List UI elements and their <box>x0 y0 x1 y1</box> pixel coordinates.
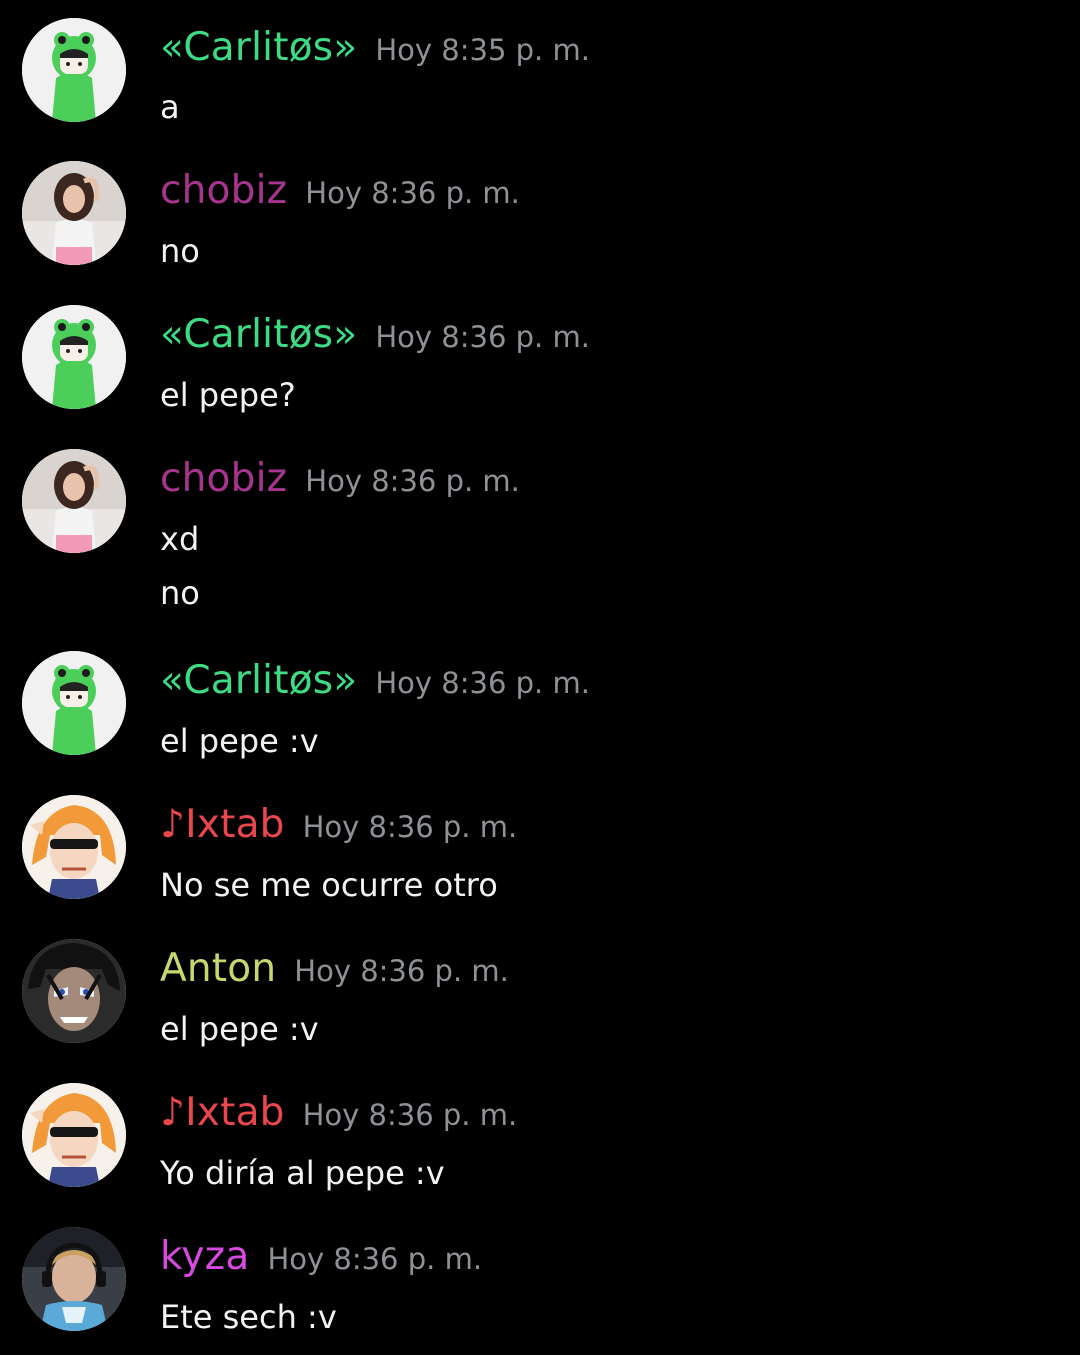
message-timestamp: Hoy 8:35 p. m. <box>375 33 590 67</box>
author-name[interactable]: ♪Ixtab <box>160 1083 285 1143</box>
message-timestamp: Hoy 8:36 p. m. <box>375 666 590 700</box>
author-name[interactable]: Anton <box>160 939 276 999</box>
dark-anime-avatar-icon[interactable] <box>22 939 126 1043</box>
message-text: Ete sech :v <box>160 1298 337 1336</box>
author-name[interactable]: kyza <box>160 1227 249 1287</box>
message-text: el pepe :v <box>160 722 319 760</box>
message-timestamp: Hoy 8:36 p. m. <box>305 176 520 210</box>
message-header: ♪Ixtab Hoy 8:36 p. m. <box>160 795 517 855</box>
headset-gamer-avatar-icon[interactable] <box>22 1227 126 1331</box>
message-timestamp: Hoy 8:36 p. m. <box>294 954 509 988</box>
author-name[interactable]: «Carlitøs» <box>160 651 357 711</box>
message-timestamp: Hoy 8:36 p. m. <box>375 320 590 354</box>
author-name[interactable]: ♪Ixtab <box>160 795 285 855</box>
sunglasses-anime-avatar-icon[interactable] <box>22 1083 126 1187</box>
girl-photo-avatar-icon[interactable] <box>22 449 126 553</box>
message-text: Yo diría al pepe :v <box>160 1154 445 1192</box>
author-name[interactable]: chobiz <box>160 449 287 509</box>
author-name[interactable]: «Carlitøs» <box>160 18 357 78</box>
message-timestamp: Hoy 8:36 p. m. <box>305 464 520 498</box>
frog-hood-avatar-icon[interactable] <box>22 651 126 755</box>
message-header: Anton Hoy 8:36 p. m. <box>160 939 509 999</box>
message-header: kyza Hoy 8:36 p. m. <box>160 1227 482 1287</box>
message-header: ♪Ixtab Hoy 8:36 p. m. <box>160 1083 517 1143</box>
frog-hood-avatar-icon[interactable] <box>22 18 126 122</box>
message-text: el pepe :v <box>160 1010 319 1048</box>
message-timestamp: Hoy 8:36 p. m. <box>267 1242 483 1276</box>
message-text: el pepe? <box>160 376 296 414</box>
message-text: a <box>160 88 180 126</box>
message-text: xd <box>160 520 200 558</box>
message-timestamp: Hoy 8:36 p. m. <box>302 810 518 844</box>
sunglasses-anime-avatar-icon[interactable] <box>22 795 126 899</box>
message-timestamp: Hoy 8:36 p. m. <box>302 1098 518 1132</box>
author-name[interactable]: chobiz <box>160 161 287 221</box>
message-header: chobiz Hoy 8:36 p. m. <box>160 449 520 509</box>
message-header: «Carlitøs» Hoy 8:35 p. m. <box>160 18 590 78</box>
message-header: chobiz Hoy 8:36 p. m. <box>160 161 520 221</box>
message-text: No se me ocurre otro <box>160 866 498 904</box>
message-header: «Carlitøs» Hoy 8:36 p. m. <box>160 305 590 365</box>
message-text: no <box>160 574 200 612</box>
message-header: «Carlitøs» Hoy 8:36 p. m. <box>160 651 590 711</box>
author-name[interactable]: «Carlitøs» <box>160 305 357 365</box>
frog-hood-avatar-icon[interactable] <box>22 305 126 409</box>
message-text: no <box>160 232 200 270</box>
girl-photo-avatar-icon[interactable] <box>22 161 126 265</box>
